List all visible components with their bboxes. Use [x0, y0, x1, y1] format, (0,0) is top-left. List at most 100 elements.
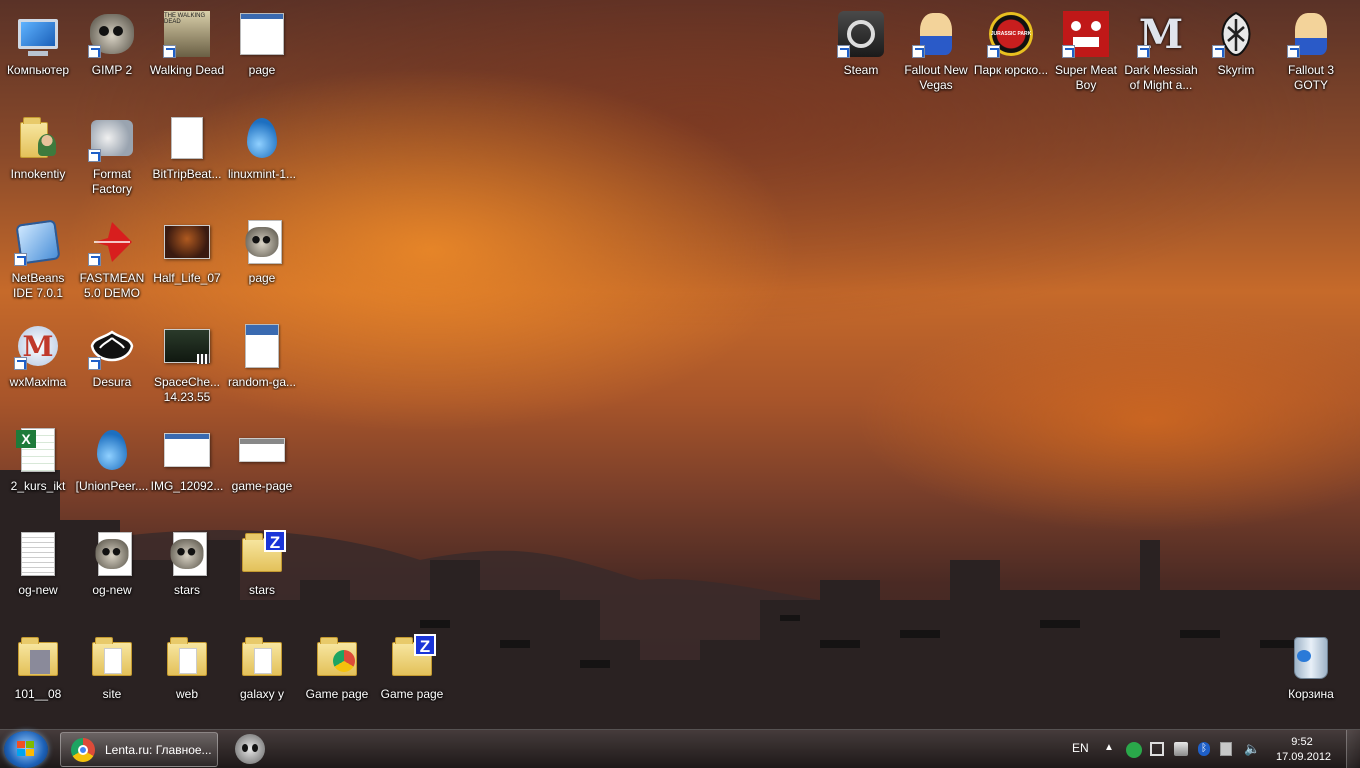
icon-label: 101__08	[14, 687, 62, 701]
taskbar-button-alienware[interactable]	[232, 732, 268, 767]
icon-label: FASTMEAN 5.0 DEMO	[79, 271, 145, 300]
start-button[interactable]	[4, 731, 48, 768]
desktop-icon-desura[interactable]: Desura	[74, 316, 150, 412]
shortcut-arrow-icon	[837, 45, 850, 58]
volume-icon[interactable]: 🔈	[1244, 742, 1260, 756]
icon-label: game-page	[231, 479, 293, 493]
icon-label: stars	[173, 583, 200, 597]
desktop-icon-spacechem[interactable]: SpaceChe... 14.23.55	[149, 316, 225, 412]
icon-label: page	[248, 63, 276, 77]
desktop-icon-dark-messiah[interactable]: M Dark Messiah of Might a...	[1123, 4, 1199, 100]
power-icon[interactable]	[1220, 742, 1232, 756]
desktop-icon-galaxy-y[interactable]: galaxy y	[224, 628, 300, 724]
shortcut-arrow-icon	[88, 149, 101, 162]
icon-label: galaxy y	[239, 687, 285, 701]
desktop-icon-game-page-zip[interactable]: Z Game page	[374, 628, 450, 724]
desktop-icon-page-1[interactable]: page	[224, 4, 300, 100]
icon-label: Half_Life_07	[153, 271, 221, 285]
desktop-icon-stars-zip[interactable]: Z stars	[224, 524, 300, 620]
shortcut-arrow-icon	[163, 45, 176, 58]
desktop-icon-computer[interactable]: Компьютер	[0, 4, 76, 100]
icon-label: [UnionPeer....	[75, 479, 149, 493]
desktop-icon-gimp[interactable]: GIMP 2	[74, 4, 150, 100]
desktop-icon-linuxmint[interactable]: linuxmint-1...	[224, 108, 300, 204]
kaspersky-icon[interactable]	[1126, 742, 1142, 758]
gimp-file-icon	[238, 218, 286, 266]
desktop-icon-fallout-3[interactable]: Fallout 3 GOTY	[1273, 4, 1349, 100]
icon-label: Format Factory	[91, 167, 132, 196]
screenshot-thumbnail-icon	[163, 426, 211, 474]
desktop-icon-fastmean[interactable]: FASTMEAN 5.0 DEMO	[74, 212, 150, 308]
folder-icon	[163, 634, 211, 682]
icon-label: og-new	[92, 583, 132, 597]
desktop-icon-skyrim[interactable]: Skyrim	[1198, 4, 1274, 100]
action-center-icon[interactable]	[1174, 742, 1188, 756]
desktop[interactable]: Компьютер Innokentiy NetBeans IDE 7.0.1 …	[0, 0, 1360, 730]
desktop-icon-wxmaxima[interactable]: M wxMaxima	[0, 316, 76, 412]
system-clock[interactable]: 9:52 17.09.2012	[1276, 735, 1332, 765]
desktop-icon-101-08[interactable]: 101__08	[0, 628, 76, 724]
icon-label: Fallout 3 GOTY	[1287, 63, 1335, 92]
vault-boy-icon	[912, 10, 960, 58]
fastmean-icon	[88, 218, 136, 266]
gimp-file-icon	[88, 530, 136, 578]
icon-label: random-ga...	[227, 375, 297, 389]
taskbar-button-chrome[interactable]: Lenta.ru: Главное...	[60, 732, 218, 767]
video-thumbnail-icon	[163, 322, 211, 370]
language-indicator[interactable]: EN	[1072, 741, 1089, 768]
shortcut-arrow-icon	[14, 357, 27, 370]
desktop-icon-site[interactable]: site	[74, 628, 150, 724]
desktop-icon-netbeans[interactable]: NetBeans IDE 7.0.1	[0, 212, 76, 308]
desktop-icon-2-kurs-ikt[interactable]: X 2_kurs_ikt	[0, 420, 76, 516]
clock-date: 17.09.2012	[1276, 751, 1332, 763]
desktop-icon-unionpeer[interactable]: [UnionPeer....	[74, 420, 150, 516]
desktop-icon-bittripbeat[interactable]: BitTripBeat...	[149, 108, 225, 204]
walking-dead-icon: THE WALKING DEAD	[163, 10, 211, 58]
icon-label: Dark Messiah of Might a...	[1124, 63, 1198, 92]
icon-label: Компьютер	[6, 63, 70, 77]
steam-icon	[837, 10, 885, 58]
shortcut-arrow-icon	[88, 45, 101, 58]
desktop-icon-fallout-new-vegas[interactable]: Fallout New Vegas	[898, 4, 974, 100]
meat-boy-icon	[1062, 10, 1110, 58]
desktop-icon-web[interactable]: web	[149, 628, 225, 724]
desktop-icon-jurassic-park[interactable]: JURASSIC PARK Парк юрско...	[973, 4, 1049, 100]
desktop-icon-img-12092[interactable]: IMG_12092...	[149, 420, 225, 516]
desktop-icon-random-game[interactable]: random-ga...	[224, 316, 300, 412]
desktop-icon-game-page[interactable]: game-page	[224, 420, 300, 516]
gimp-file-icon	[163, 530, 211, 578]
image-thumbnail-icon	[163, 218, 211, 266]
desktop-icon-steam[interactable]: Steam	[823, 4, 899, 100]
desktop-icon-og-new-gimp[interactable]: og-new	[74, 524, 150, 620]
recycle-bin-icon	[1287, 634, 1335, 682]
webpage-thumbnail-icon	[238, 10, 286, 58]
netbeans-icon	[14, 218, 62, 266]
desktop-icon-og-new-doc[interactable]: og-new	[0, 524, 76, 620]
bluetooth-icon[interactable]: ᛒ	[1198, 742, 1210, 756]
icon-label: wxMaxima	[9, 375, 67, 389]
folder-icon	[14, 634, 62, 682]
desktop-icon-super-meat-boy[interactable]: Super Meat Boy	[1048, 4, 1124, 100]
desktop-icon-format-factory[interactable]: Format Factory	[74, 108, 150, 204]
jurassic-park-art-text: JURASSIC PARK	[990, 31, 1032, 37]
show-desktop-button[interactable]	[1346, 730, 1360, 768]
icon-label: linuxmint-1...	[227, 167, 297, 181]
desktop-icon-half-life-07[interactable]: Half_Life_07	[149, 212, 225, 308]
desktop-icon-walking-dead[interactable]: THE WALKING DEAD Walking Dead	[149, 4, 225, 100]
folder-icon	[238, 634, 286, 682]
shortcut-arrow-icon	[1287, 45, 1300, 58]
desktop-icon-recycle-bin[interactable]: Корзина	[1273, 628, 1349, 724]
desktop-icon-innokentiy[interactable]: Innokentiy	[0, 108, 76, 204]
gimp-icon	[88, 10, 136, 58]
show-hidden-icons-button[interactable]: ▲	[1104, 742, 1114, 768]
icon-label: Корзина	[1288, 687, 1334, 701]
desktop-icon-stars-gimp[interactable]: stars	[149, 524, 225, 620]
desktop-icon-game-page-chrome[interactable]: Game page	[299, 628, 375, 724]
icon-label: Парк юрско...	[973, 63, 1049, 77]
icon-label: IMG_12092...	[150, 479, 224, 493]
shortcut-arrow-icon	[14, 253, 27, 266]
network-icon[interactable]	[1150, 742, 1164, 756]
desktop-icon-page-2[interactable]: page	[224, 212, 300, 308]
icon-label: Super Meat Boy	[1054, 63, 1118, 92]
chrome-icon	[71, 738, 95, 762]
